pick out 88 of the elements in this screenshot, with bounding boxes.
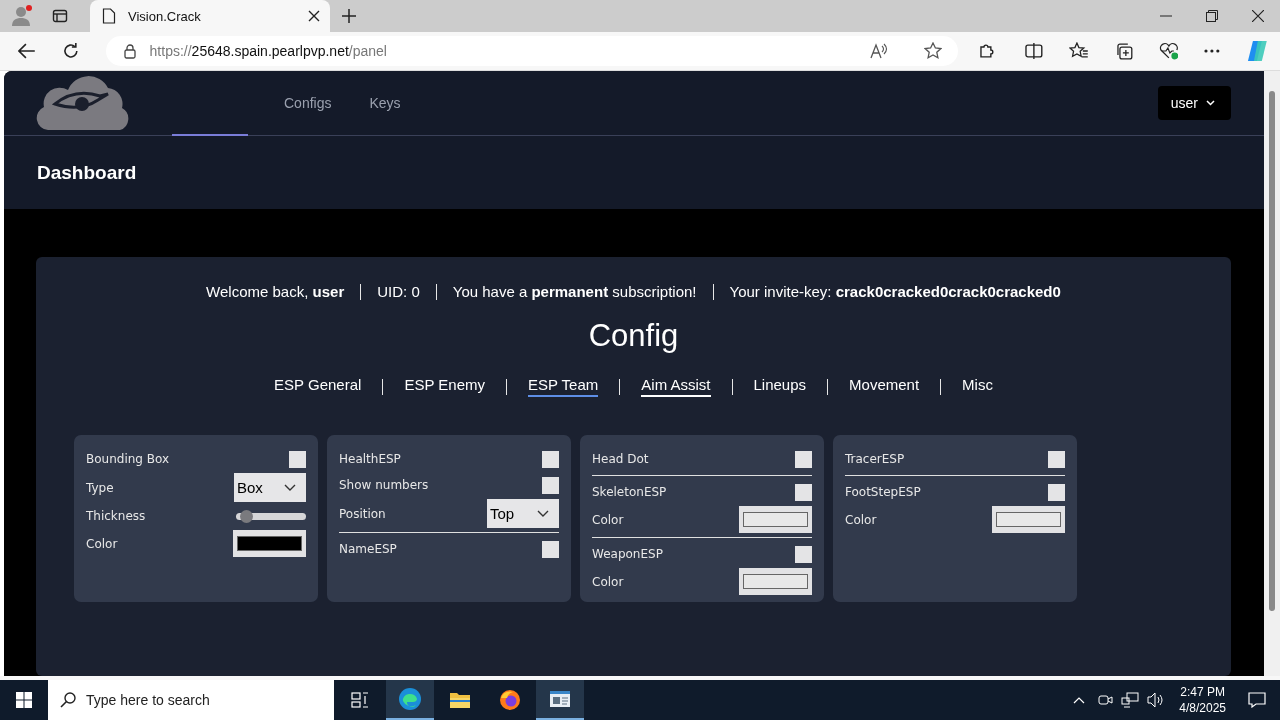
tab-title: Vision.Crack <box>128 8 202 24</box>
color-picker[interactable] <box>739 506 812 533</box>
more-icon[interactable] <box>1204 49 1221 53</box>
checkbox[interactable] <box>1048 450 1065 468</box>
setting-label: HealthESP <box>339 452 401 466</box>
favorites-icon[interactable] <box>1069 42 1089 60</box>
info-text: Welcome back, user <box>206 283 345 300</box>
checkbox[interactable] <box>542 450 559 468</box>
tab-actions-icon[interactable] <box>52 8 68 24</box>
info-text: UID: 0 <box>377 283 420 300</box>
setting-label: FootStepESP <box>845 485 921 499</box>
checkbox[interactable] <box>795 545 812 563</box>
scrollbar[interactable] <box>1264 71 1280 676</box>
config-tab[interactable]: Aim Assist <box>641 376 711 397</box>
slider[interactable] <box>236 512 306 520</box>
setting-label: WeaponESP <box>592 547 663 561</box>
checkbox[interactable] <box>542 540 559 558</box>
url-text: https://25648.spain.pearlpvp.net/panel <box>149 43 387 59</box>
caret-icon <box>1206 100 1215 106</box>
close-window-icon[interactable] <box>1252 10 1264 22</box>
clock-date[interactable]: 4/8/2025 <box>1179 700 1226 716</box>
chevron-up-icon[interactable] <box>1073 696 1086 704</box>
notification-icon[interactable] <box>1248 692 1266 708</box>
dropdown[interactable]: Top <box>487 499 559 528</box>
speaker-icon[interactable] <box>1147 692 1166 708</box>
restore-icon[interactable] <box>1206 10 1218 22</box>
page-title: Dashboard <box>37 161 137 184</box>
color-picker[interactable] <box>992 506 1065 533</box>
refresh-icon[interactable] <box>61 42 80 60</box>
config-tab[interactable]: ESP General <box>274 376 362 397</box>
dropdown[interactable]: Box <box>234 473 306 502</box>
checkbox[interactable] <box>542 476 559 494</box>
setting-label: Color <box>592 512 624 527</box>
setting-label: Type <box>86 480 114 495</box>
network-icon[interactable] <box>1121 692 1140 708</box>
profile-icon[interactable] <box>10 4 34 28</box>
nav-link[interactable]: Keys <box>369 95 401 111</box>
config-title: Config <box>588 318 679 354</box>
checkbox[interactable] <box>795 483 812 501</box>
color-picker[interactable] <box>233 530 306 557</box>
puzzle-icon[interactable] <box>977 42 996 60</box>
new-tab-icon[interactable] <box>342 9 356 23</box>
lock-icon <box>123 43 136 59</box>
setting-label: SkeletonESP <box>592 485 667 499</box>
checkbox[interactable] <box>1048 483 1065 501</box>
setting-label: Position <box>339 506 386 521</box>
setting-label: Color <box>845 512 877 527</box>
info-text: Your invite-key: crack0cracked0crack0cracked0 <box>729 283 1061 300</box>
slider-thumb[interactable] <box>239 509 253 523</box>
collections-icon[interactable] <box>1114 42 1133 60</box>
edge-browser-icon[interactable] <box>386 680 434 720</box>
split-screen-icon[interactable] <box>1025 43 1044 59</box>
config-tab[interactable]: Lineups <box>753 376 807 397</box>
read-aloud-icon[interactable] <box>869 43 888 59</box>
config-tab[interactable]: ESP Enemy <box>404 376 485 397</box>
checkbox[interactable] <box>289 450 306 468</box>
checkbox[interactable] <box>795 450 812 468</box>
info-text: You have a permanent subscription! <box>452 283 697 300</box>
heart-pulse-icon[interactable] <box>1158 42 1179 60</box>
setting-label: Bounding Box <box>86 452 170 466</box>
nav-link[interactable]: Configs <box>284 95 332 111</box>
setting-label: TracerESP <box>845 452 905 466</box>
page-icon <box>102 8 116 24</box>
setting-label: Thickness <box>86 509 146 523</box>
setting-label: Show numbers <box>339 478 429 492</box>
app-window-icon[interactable] <box>536 680 584 720</box>
copilot-icon[interactable] <box>1246 40 1270 62</box>
close-icon[interactable] <box>308 10 320 22</box>
chevron-icon <box>537 510 549 517</box>
color-picker[interactable] <box>739 568 812 595</box>
clock-time[interactable]: 2:47 PM <box>1180 684 1225 700</box>
config-tab[interactable]: Misc <box>962 376 993 397</box>
setting-label: Head Dot <box>592 452 649 466</box>
setting-label: NameESP <box>339 542 397 556</box>
browser-tab[interactable]: Vision.Crack <box>90 0 330 32</box>
search-icon <box>60 692 76 708</box>
user-menu-button[interactable]: user <box>1157 86 1231 120</box>
config-tab[interactable]: Movement <box>849 376 920 397</box>
taskbar-search-field[interactable]: Type here to search <box>48 680 334 720</box>
back-icon[interactable] <box>18 43 36 59</box>
windows-start-icon[interactable] <box>16 692 32 708</box>
meet-icon[interactable] <box>1097 692 1114 708</box>
address-bar[interactable]: https://25648.spain.pearlpvp.net/panel <box>105 36 958 66</box>
config-tab[interactable]: ESP Team <box>528 376 599 397</box>
setting-label: Color <box>592 574 624 589</box>
setting-label: Color <box>86 536 118 551</box>
chevron-icon <box>284 484 296 491</box>
star-icon[interactable] <box>923 42 942 60</box>
